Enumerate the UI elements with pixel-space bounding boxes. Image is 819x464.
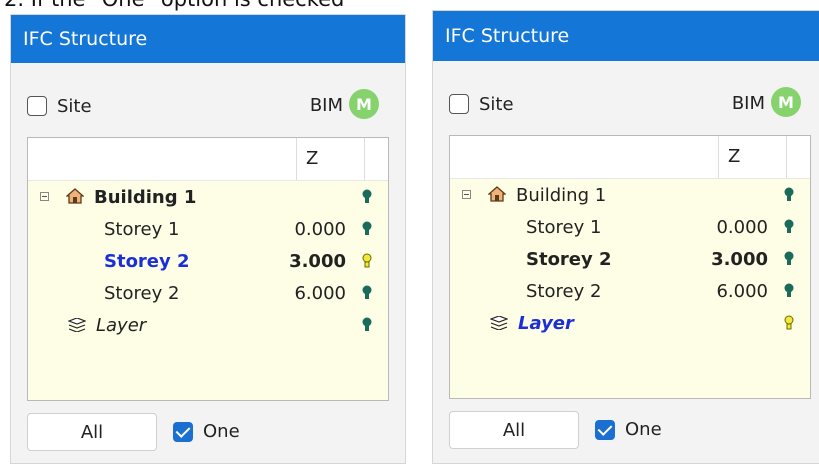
- grid-header: Z: [450, 136, 810, 179]
- grid-header: Z: [28, 138, 388, 181]
- site-label: Site: [57, 95, 92, 117]
- lightbulb-icon[interactable]: [784, 283, 794, 299]
- tree-row-storey[interactable]: Storey 1 0.000: [28, 214, 388, 246]
- site-checkbox-row[interactable]: Site: [27, 93, 92, 119]
- bim-label: BIM: [309, 95, 343, 116]
- row-name: Storey 1: [526, 217, 602, 238]
- column-separator: [364, 138, 365, 180]
- lightbulb-icon[interactable]: [784, 315, 794, 331]
- bim-label: BIM: [731, 93, 765, 114]
- tree-row-layer-selected[interactable]: Layer: [450, 308, 810, 340]
- lightbulb-icon[interactable]: [784, 187, 794, 203]
- tree-row-building[interactable]: Building 1: [450, 180, 810, 212]
- row-z-value: 3.000: [711, 249, 768, 270]
- structure-tree-grid: Z Building 1 Storey 1 0.000 Storey 2 3.0…: [449, 135, 811, 399]
- lightbulb-icon[interactable]: [784, 251, 794, 267]
- row-name: Storey 2: [526, 281, 602, 302]
- one-checkbox[interactable]: [173, 421, 193, 442]
- row-z-value: 0.000: [294, 219, 346, 240]
- tree-row-storey-current[interactable]: Storey 2 3.000: [450, 244, 810, 276]
- ifc-structure-panel-right: IFC Structure Site BIM M Z Building 1 St…: [432, 10, 819, 464]
- row-name: Storey 2: [104, 251, 190, 272]
- column-separator: [786, 136, 787, 178]
- row-name: Layer: [96, 315, 147, 336]
- layers-icon: [490, 316, 508, 330]
- z-column-header[interactable]: Z: [728, 146, 740, 167]
- collapse-box-icon[interactable]: [462, 190, 471, 199]
- row-z-value: 0.000: [716, 217, 768, 238]
- all-button[interactable]: All: [449, 411, 579, 449]
- tree-row-storey[interactable]: Storey 1 0.000: [450, 212, 810, 244]
- row-z-value: 6.000: [294, 283, 346, 304]
- one-checkbox-row[interactable]: One: [173, 421, 240, 442]
- row-z-value: 6.000: [716, 281, 768, 302]
- panel-body: Site BIM M Z Building 1 Storey 1 0.000 S…: [11, 65, 405, 463]
- ifc-structure-panel-left: IFC Structure Site BIM M Z Building 1 St…: [10, 14, 406, 464]
- all-button[interactable]: All: [27, 413, 157, 451]
- tree-row-building[interactable]: Building 1: [28, 182, 388, 214]
- panel-title: IFC Structure: [433, 11, 819, 61]
- site-label: Site: [479, 93, 514, 115]
- panel-body: Site BIM M Z Building 1 Storey 1 0.000 S…: [433, 63, 819, 463]
- row-name: Storey 2: [526, 249, 612, 270]
- m-badge-button[interactable]: M: [349, 89, 379, 119]
- panel-title: IFC Structure: [11, 15, 405, 63]
- site-checkbox[interactable]: [27, 96, 47, 116]
- row-z-value: 3.000: [289, 251, 346, 272]
- one-label: One: [625, 419, 662, 440]
- collapse-box-icon[interactable]: [40, 192, 49, 201]
- tree-row-storey[interactable]: Storey 2 6.000: [450, 276, 810, 308]
- lightbulb-icon[interactable]: [784, 219, 794, 235]
- one-label: One: [203, 421, 240, 442]
- row-name: Storey 1: [104, 219, 180, 240]
- m-badge-button[interactable]: M: [771, 87, 801, 117]
- house-icon: [488, 186, 506, 202]
- house-icon: [66, 188, 84, 204]
- column-separator: [718, 136, 719, 178]
- row-name: Building 1: [516, 185, 607, 206]
- lightbulb-icon[interactable]: [362, 285, 372, 301]
- lightbulb-icon[interactable]: [362, 253, 372, 269]
- caption-text: 2. If the "One" option is checked: [4, 0, 344, 11]
- lightbulb-icon[interactable]: [362, 317, 372, 333]
- tree-row-storey[interactable]: Storey 2 6.000: [28, 278, 388, 310]
- row-name: Layer: [518, 313, 574, 334]
- tree-row-layer[interactable]: Layer: [28, 310, 388, 342]
- one-checkbox-row[interactable]: One: [595, 419, 662, 440]
- row-name: Building 1: [94, 187, 197, 208]
- lightbulb-icon[interactable]: [362, 189, 372, 205]
- row-name: Storey 2: [104, 283, 180, 304]
- structure-tree-grid: Z Building 1 Storey 1 0.000 Storey 2 3.0…: [27, 137, 389, 401]
- site-checkbox[interactable]: [449, 94, 469, 114]
- column-separator: [296, 138, 297, 180]
- one-checkbox[interactable]: [595, 419, 615, 440]
- layers-icon: [68, 318, 86, 332]
- z-column-header[interactable]: Z: [306, 148, 318, 169]
- lightbulb-icon[interactable]: [362, 221, 372, 237]
- tree-row-storey-selected[interactable]: Storey 2 3.000: [28, 246, 388, 278]
- site-checkbox-row[interactable]: Site: [449, 91, 514, 117]
